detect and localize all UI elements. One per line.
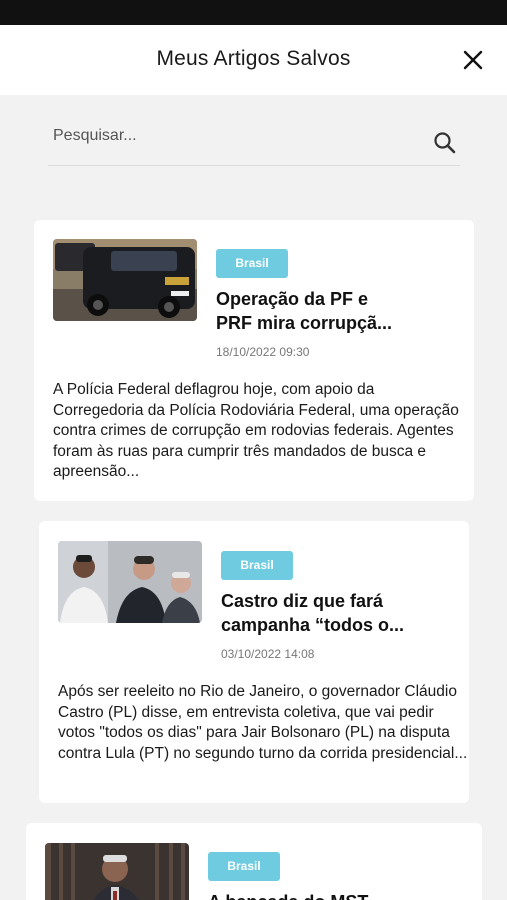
page-title: Meus Artigos Salvos — [156, 47, 351, 70]
article-excerpt: Após ser reeleito no Rio de Janeiro, o g… — [58, 683, 468, 762]
article-date: 03/10/2022 14:08 — [221, 647, 315, 661]
status-bar — [0, 0, 507, 25]
article-thumbnail[interactable] — [58, 541, 202, 623]
category-badge[interactable]: Brasil — [216, 249, 288, 278]
article-thumbnail[interactable] — [53, 239, 197, 321]
close-icon[interactable] — [460, 47, 486, 73]
header: Meus Artigos Salvos — [0, 25, 507, 95]
category-badge[interactable]: Brasil — [221, 551, 293, 580]
article-card[interactable]: Brasil Castro diz que fará campanha “tod… — [39, 521, 469, 803]
search-bar — [48, 118, 460, 166]
article-card[interactable]: Brasil Operação da PF e PRF mira corrupç… — [34, 220, 474, 501]
article-date: 18/10/2022 09:30 — [216, 345, 310, 359]
search-icon[interactable] — [432, 130, 458, 156]
article-title[interactable]: A bancada do MST — [208, 890, 438, 900]
article-thumbnail[interactable] — [45, 843, 189, 900]
category-badge[interactable]: Brasil — [208, 852, 280, 881]
article-title[interactable]: Operação da PF e PRF mira corrupçã... — [216, 287, 446, 335]
article-title[interactable]: Castro diz que fará campanha “todos o... — [221, 589, 451, 637]
article-card[interactable]: Brasil A bancada do MST — [26, 823, 482, 900]
search-input[interactable] — [48, 118, 418, 154]
article-excerpt: A Polícia Federal deflagrou hoje, com ap… — [53, 381, 459, 481]
